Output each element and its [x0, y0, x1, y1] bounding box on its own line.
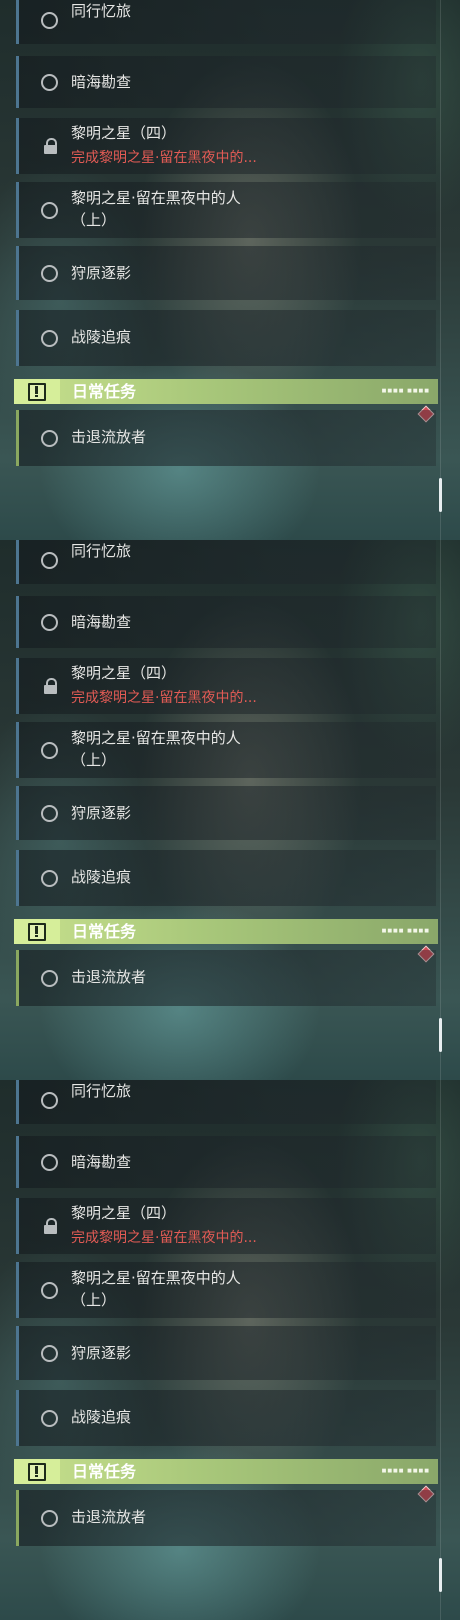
quest-title: 战陵追痕 — [71, 328, 132, 346]
quest-item[interactable]: 暗海勘查 — [16, 1136, 436, 1188]
section-title: 日常任务 — [72, 1462, 137, 1481]
circle-icon — [41, 430, 58, 447]
exclamation-box-icon — [14, 379, 60, 404]
quest-title: 同行忆旅 — [71, 542, 132, 560]
quest-item[interactable]: 黎明之星·留在黑夜中的人 （上） — [16, 722, 436, 778]
daily-quest-item[interactable]: 击退流放者 — [16, 1490, 436, 1546]
quest-title: 黎明之星·留在黑夜中的人 — [71, 1269, 241, 1287]
quest-title: 暗海勘查 — [71, 73, 132, 91]
circle-icon — [41, 1092, 58, 1109]
exclamation-box-icon — [14, 919, 60, 944]
header-decoration: ■■■■ ■■■■ — [381, 1468, 430, 1474]
quest-title: 同行忆旅 — [71, 2, 132, 20]
quest-item[interactable]: 狩原逐影 — [16, 246, 436, 300]
quest-title: 狩原逐影 — [71, 264, 132, 282]
lock-icon — [43, 1218, 59, 1234]
circle-icon — [41, 74, 58, 91]
quest-title: 暗海勘查 — [71, 613, 132, 631]
quest-item[interactable]: 狩原逐影 — [16, 786, 436, 840]
quest-item[interactable]: 暗海勘查 — [16, 56, 436, 108]
quest-title: 击退流放者 — [71, 1508, 147, 1526]
daily-quests-header[interactable]: 日常任务 ■■■■ ■■■■ — [14, 919, 438, 944]
quest-title-line2: （上） — [71, 751, 117, 769]
quest-title: 黎明之星·留在黑夜中的人 — [71, 189, 241, 207]
quest-item-locked[interactable]: 黎明之星（四） 完成黎明之星·留在黑夜中的... — [16, 118, 436, 174]
quest-item[interactable]: 同行忆旅 — [16, 1080, 436, 1124]
circle-icon — [41, 1282, 58, 1299]
quest-title: 击退流放者 — [71, 968, 147, 986]
quest-title: 狩原逐影 — [71, 1344, 132, 1362]
quest-title: 黎明之星（四） — [71, 1204, 177, 1222]
circle-icon — [41, 1510, 58, 1527]
daily-quests-header[interactable]: 日常任务 ■■■■ ■■■■ — [14, 379, 438, 404]
circle-icon — [41, 805, 58, 822]
quest-title: 黎明之星（四） — [71, 664, 177, 682]
lock-icon — [43, 138, 59, 154]
quest-item-locked[interactable]: 黎明之星（四） 完成黎明之星·留在黑夜中的... — [16, 1198, 436, 1254]
quest-title: 黎明之星·留在黑夜中的人 — [71, 729, 241, 747]
quest-item-locked[interactable]: 黎明之星（四） 完成黎明之星·留在黑夜中的... — [16, 658, 436, 714]
circle-icon — [41, 265, 58, 282]
quest-item[interactable]: 黎明之星·留在黑夜中的人 （上） — [16, 182, 436, 238]
quest-item[interactable]: 战陵追痕 — [16, 310, 436, 366]
quest-list-panel: 同行忆旅 暗海勘查 黎明之星（四） 完成黎明之星·留在黑夜中的... 黎明之星·… — [0, 540, 460, 1080]
scrollbar-thumb[interactable] — [439, 478, 442, 512]
quest-list-panel: 同行忆旅 暗海勘查 黎明之星（四） 完成黎明之星·留在黑夜中的... 黎明之星·… — [0, 0, 460, 540]
quest-requirement: 完成黎明之星·留在黑夜中的... — [71, 150, 257, 166]
quest-requirement: 完成黎明之星·留在黑夜中的... — [71, 690, 257, 706]
circle-icon — [41, 12, 58, 29]
scrollbar-track[interactable] — [440, 0, 441, 540]
circle-icon — [41, 1345, 58, 1362]
header-decoration: ■■■■ ■■■■ — [381, 928, 430, 934]
circle-icon — [41, 742, 58, 759]
exclamation-box-icon — [14, 1459, 60, 1484]
scrollbar-track[interactable] — [440, 1080, 441, 1620]
header-decoration: ■■■■ ■■■■ — [381, 388, 430, 394]
quest-title: 同行忆旅 — [71, 1082, 132, 1100]
scrollbar-thumb[interactable] — [439, 1558, 442, 1592]
quest-item[interactable]: 狩原逐影 — [16, 1326, 436, 1380]
quest-item[interactable]: 战陵追痕 — [16, 1390, 436, 1446]
quest-title: 黎明之星（四） — [71, 124, 177, 142]
circle-icon — [41, 330, 58, 347]
circle-icon — [41, 1154, 58, 1171]
scrollbar-track[interactable] — [440, 540, 441, 1080]
quest-title: 击退流放者 — [71, 428, 147, 446]
quest-title-line2: （上） — [71, 211, 117, 229]
quest-list-panel: 同行忆旅 暗海勘查 黎明之星（四） 完成黎明之星·留在黑夜中的... 黎明之星·… — [0, 1080, 460, 1620]
quest-item[interactable]: 黎明之星·留在黑夜中的人 （上） — [16, 1262, 436, 1318]
daily-quests-header[interactable]: 日常任务 ■■■■ ■■■■ — [14, 1459, 438, 1484]
quest-title-line2: （上） — [71, 1291, 117, 1309]
daily-quest-item[interactable]: 击退流放者 — [16, 410, 436, 466]
circle-icon — [41, 870, 58, 887]
section-title: 日常任务 — [72, 382, 137, 401]
quest-requirement: 完成黎明之星·留在黑夜中的... — [71, 1230, 257, 1246]
circle-icon — [41, 202, 58, 219]
quest-title: 战陵追痕 — [71, 1408, 132, 1426]
daily-quest-item[interactable]: 击退流放者 — [16, 950, 436, 1006]
quest-item[interactable]: 同行忆旅 — [16, 540, 436, 584]
quest-item[interactable]: 暗海勘查 — [16, 596, 436, 648]
quest-title: 暗海勘查 — [71, 1153, 132, 1171]
lock-icon — [43, 678, 59, 694]
circle-icon — [41, 970, 58, 987]
quest-title: 狩原逐影 — [71, 804, 132, 822]
circle-icon — [41, 1410, 58, 1427]
section-title: 日常任务 — [72, 922, 137, 941]
scrollbar-thumb[interactable] — [439, 1018, 442, 1052]
circle-icon — [41, 614, 58, 631]
quest-title: 战陵追痕 — [71, 868, 132, 886]
quest-item[interactable]: 同行忆旅 — [16, 0, 436, 44]
circle-icon — [41, 552, 58, 569]
quest-item[interactable]: 战陵追痕 — [16, 850, 436, 906]
